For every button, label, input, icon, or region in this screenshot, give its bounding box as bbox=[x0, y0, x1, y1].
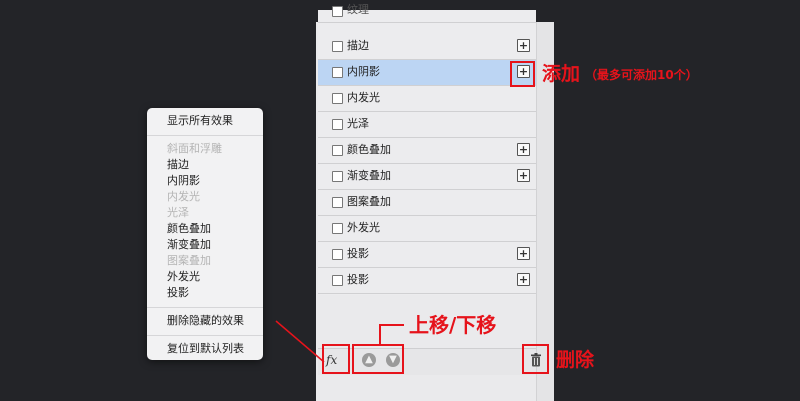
menu-item-bevel-emboss: 斜面和浮雕 bbox=[167, 142, 222, 155]
checkbox[interactable] bbox=[332, 67, 343, 78]
list-item-color-overlay[interactable]: 颜色叠加 + bbox=[318, 138, 536, 164]
add-effect-button[interactable]: + bbox=[517, 247, 530, 260]
menu-separator bbox=[147, 335, 263, 336]
menu-item-delete-hidden[interactable]: 删除隐藏的效果 bbox=[167, 314, 244, 328]
move-buttons-highlight bbox=[352, 344, 404, 374]
annotation-move: 上移/下移 bbox=[409, 313, 497, 337]
list-item-drop-shadow[interactable]: 投影 + bbox=[318, 242, 536, 268]
list-item-label: 投影 bbox=[347, 247, 369, 260]
annotation-add-note: （最多可添加10个） bbox=[585, 68, 698, 82]
checkbox[interactable] bbox=[332, 275, 343, 286]
add-effect-button[interactable]: + bbox=[517, 273, 530, 286]
menu-separator bbox=[147, 135, 263, 136]
list-item-label: 纹理 bbox=[347, 3, 369, 16]
menu-item-reset-default[interactable]: 复位到默认列表 bbox=[167, 342, 244, 356]
checkbox[interactable] bbox=[332, 119, 343, 130]
checkbox[interactable] bbox=[332, 6, 343, 17]
effects-toolbar: fx ▲ ▼ bbox=[318, 348, 541, 375]
list-item-label: 光泽 bbox=[347, 117, 369, 130]
menu-item-stroke[interactable]: 描边 bbox=[167, 158, 189, 172]
list-item-inner-shadow[interactable]: 内阴影 + bbox=[318, 60, 536, 86]
checkbox[interactable] bbox=[332, 145, 343, 156]
checkbox[interactable] bbox=[332, 223, 343, 234]
checkbox[interactable] bbox=[332, 41, 343, 52]
checkbox[interactable] bbox=[332, 171, 343, 182]
menu-separator bbox=[147, 307, 263, 308]
menu-item-inner-shadow[interactable]: 内阴影 bbox=[167, 174, 200, 188]
list-item-label: 描边 bbox=[347, 39, 369, 52]
add-effect-button[interactable]: + bbox=[517, 39, 530, 52]
add-effect-button[interactable]: + bbox=[517, 169, 530, 182]
fx-button-highlight bbox=[322, 344, 350, 374]
menu-item-drop-shadow[interactable]: 投影 bbox=[167, 286, 189, 300]
effects-list: 纹理 描边 + 内阴影 + 内发光 光泽 颜色叠加 + 渐变叠加 + 图案叠加 … bbox=[318, 3, 536, 295]
menu-item-outer-glow[interactable]: 外发光 bbox=[167, 270, 200, 284]
list-item-inner-glow[interactable]: 内发光 bbox=[318, 86, 536, 112]
menu-item-satin: 光泽 bbox=[167, 206, 189, 219]
list-item-pattern-overlay[interactable]: 图案叠加 bbox=[318, 190, 536, 216]
list-item-label: 内阴影 bbox=[347, 65, 380, 78]
list-item-gradient-overlay[interactable]: 渐变叠加 + bbox=[318, 164, 536, 190]
list-item-drop-shadow[interactable]: 投影 + bbox=[318, 268, 536, 294]
checkbox[interactable] bbox=[332, 197, 343, 208]
checkbox[interactable] bbox=[332, 93, 343, 104]
menu-item-pattern-overlay: 图案叠加 bbox=[167, 254, 211, 267]
list-item-label: 颜色叠加 bbox=[347, 143, 391, 156]
menu-item-gradient-overlay[interactable]: 渐变叠加 bbox=[167, 238, 211, 252]
effects-context-menu: 显示所有效果 斜面和浮雕 描边 内阴影 内发光 光泽 颜色叠加 渐变叠加 图案叠… bbox=[147, 108, 263, 360]
annotation-delete: 删除 bbox=[556, 349, 595, 371]
list-item-label: 外发光 bbox=[347, 221, 380, 234]
add-effect-button[interactable]: + bbox=[517, 143, 530, 156]
list-item-label: 渐变叠加 bbox=[347, 169, 391, 182]
annotation-add: 添加 bbox=[542, 63, 581, 85]
delete-button-highlight bbox=[522, 344, 549, 374]
menu-item-show-all[interactable]: 显示所有效果 bbox=[167, 114, 233, 128]
list-item-label: 投影 bbox=[347, 273, 369, 286]
menu-item-inner-glow: 内发光 bbox=[167, 190, 200, 203]
list-item-outer-glow[interactable]: 外发光 bbox=[318, 216, 536, 242]
checkbox[interactable] bbox=[332, 249, 343, 260]
list-item-satin[interactable]: 光泽 bbox=[318, 112, 536, 138]
list-item-label: 内发光 bbox=[347, 91, 380, 104]
list-item-texture[interactable]: 纹理 bbox=[318, 3, 536, 23]
menu-item-color-overlay[interactable]: 颜色叠加 bbox=[167, 222, 211, 236]
add-button-highlight bbox=[510, 61, 535, 87]
list-item-stroke[interactable]: 描边 + bbox=[318, 34, 536, 60]
list-item-label: 图案叠加 bbox=[347, 195, 391, 208]
